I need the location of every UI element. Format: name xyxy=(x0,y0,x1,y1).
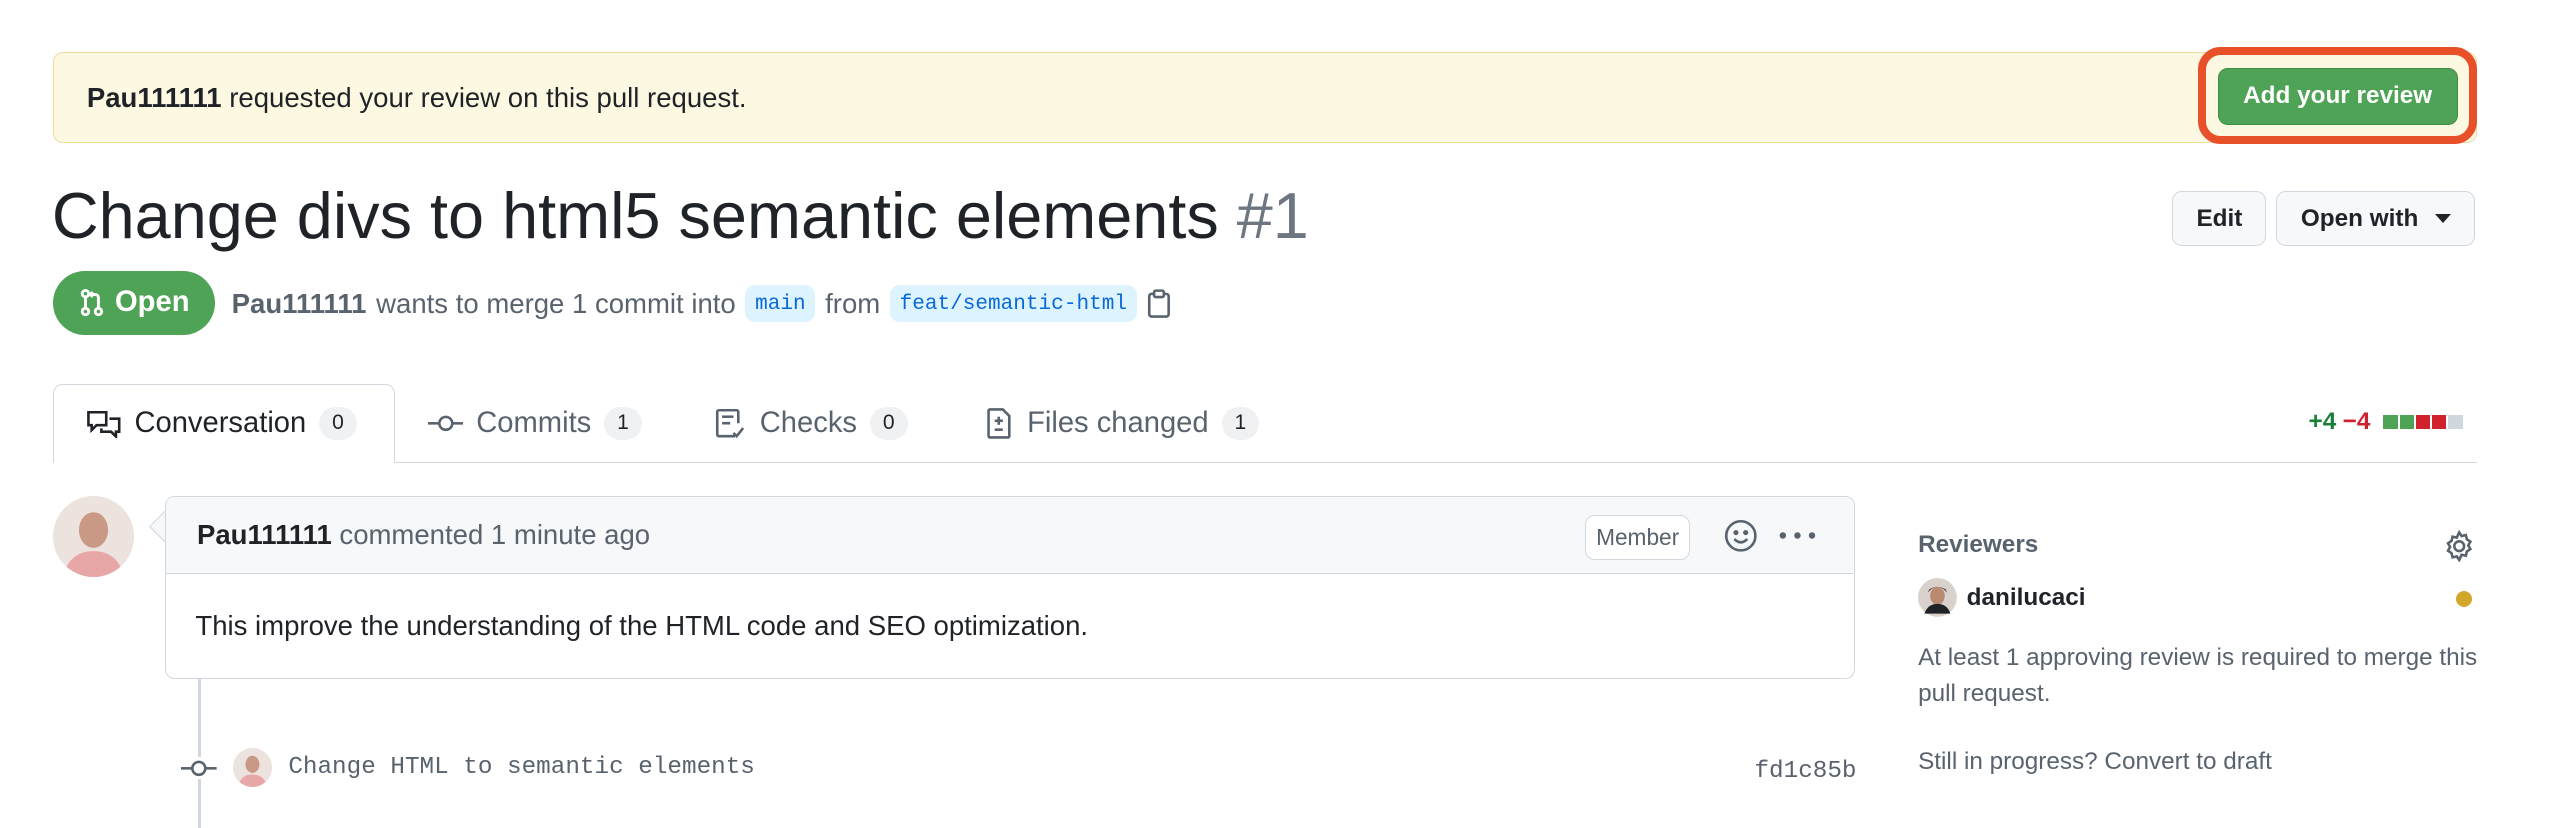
add-your-review-button[interactable]: Add your review xyxy=(2217,68,2458,125)
member-badge: Member xyxy=(1585,514,1690,560)
diffstat-bar xyxy=(2382,408,2463,436)
tab-label: Checks xyxy=(759,406,857,439)
checklist-icon xyxy=(716,409,745,439)
open-with-label: Open with xyxy=(2300,204,2419,232)
deletions-count: −4 xyxy=(2342,408,2371,436)
banner-requester[interactable]: Pau111111 xyxy=(87,82,222,113)
tab-label: Conversation xyxy=(134,406,307,439)
kebab-horizontal-icon[interactable] xyxy=(1778,529,1817,542)
gear-icon[interactable] xyxy=(2443,529,2475,563)
commit-message[interactable]: Change HTML to semantic elements xyxy=(288,754,755,781)
file-diff-icon xyxy=(987,408,1011,440)
copy-icon[interactable] xyxy=(1146,289,1172,318)
tab-conversation[interactable]: Conversation 0 xyxy=(86,406,357,441)
chevron-down-icon xyxy=(2434,214,2451,223)
base-branch[interactable]: main xyxy=(745,285,816,323)
avatar[interactable] xyxy=(233,748,273,788)
smiley-icon[interactable] xyxy=(1723,518,1759,554)
pr-title: Change divs to html5 semantic elements xyxy=(51,179,1219,253)
tab-divider xyxy=(53,461,2477,464)
reviewer-item[interactable]: danilucaci xyxy=(1918,578,2086,618)
comment-header: Pau111111 commented 1 minute ago Member xyxy=(166,496,1853,575)
status-label: Open xyxy=(115,286,190,319)
tab-checks[interactable]: Checks 0 xyxy=(714,406,908,441)
tab-count: 1 xyxy=(1221,406,1260,441)
convert-to-draft-link[interactable]: Still in progress? Convert to draft xyxy=(1918,748,2272,776)
tab-count: 0 xyxy=(869,406,908,441)
comment-author[interactable]: Pau111111 xyxy=(197,519,332,550)
diffstat[interactable]: +4 −4 xyxy=(2309,408,2463,436)
reviewer-name: danilucaci xyxy=(1966,583,2086,611)
pull-request-icon xyxy=(81,289,104,317)
banner-text: requested your review on this pull reque… xyxy=(229,81,747,113)
user-avatar-icon xyxy=(1918,578,1957,618)
pending-review-dot xyxy=(2455,591,2473,608)
banner-message: Pau111111 requested your review on this … xyxy=(87,82,747,114)
reviewers-title[interactable]: Reviewers xyxy=(1918,531,2038,559)
merge-text: wants to merge 1 commit into xyxy=(376,287,736,319)
review-request-banner: Pau111111 requested your review on this … xyxy=(53,51,2477,143)
open-with-button[interactable]: Open with xyxy=(2276,191,2476,247)
user-avatar-icon xyxy=(233,748,273,788)
merge-info: Pau111111 wants to merge 1 commit into m… xyxy=(232,285,1173,323)
status-badge: Open xyxy=(53,270,216,336)
comment-meta: Pau111111 commented 1 minute ago xyxy=(197,519,650,551)
edit-button[interactable]: Edit xyxy=(2172,191,2267,247)
commit-sha[interactable]: fd1c85b xyxy=(1754,758,1856,785)
avatar[interactable] xyxy=(53,495,135,577)
comment-box: Pau111111 commented 1 minute ago Member … xyxy=(165,495,1855,679)
tab-files-changed[interactable]: Files changed 1 xyxy=(985,406,1260,441)
pr-author[interactable]: Pau111111 xyxy=(232,288,367,320)
tab-label: Commits xyxy=(476,406,592,439)
git-commit-icon xyxy=(181,756,218,780)
git-commit-icon xyxy=(427,415,464,432)
review-requirement: At least 1 approving review is required … xyxy=(1918,643,2478,707)
tab-label: Files changed xyxy=(1027,406,1209,439)
timeline-commit: Change HTML to semantic elements xyxy=(181,748,755,788)
comment-body: This improve the understanding of the HT… xyxy=(195,610,1089,642)
comment-action: commented xyxy=(339,519,484,551)
user-avatar-icon xyxy=(53,495,135,577)
comment-discussion-icon xyxy=(86,410,121,439)
head-branch[interactable]: feat/semantic-html xyxy=(889,285,1137,323)
page-title: Change divs to html5 semantic elements #… xyxy=(52,178,1309,253)
additions-count: +4 xyxy=(2308,408,2337,436)
from-text: from xyxy=(825,287,881,319)
tab-count: 0 xyxy=(319,406,357,441)
pr-number: #1 xyxy=(1236,179,1309,253)
comment-time[interactable]: 1 minute ago xyxy=(491,519,650,550)
tab-count: 1 xyxy=(604,406,642,441)
tab-commits[interactable]: Commits 1 xyxy=(427,406,642,441)
